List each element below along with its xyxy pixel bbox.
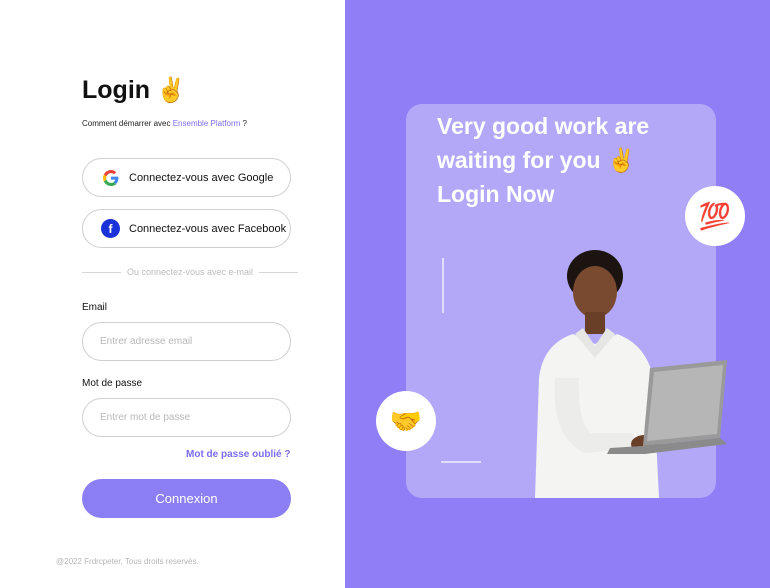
- subtitle-prefix: Comment démarrer avec: [82, 119, 173, 128]
- handshake-icon: 🤝: [376, 391, 436, 451]
- title-text: Login: [82, 76, 151, 104]
- decorative-line-horizontal: [441, 461, 481, 463]
- google-icon: [103, 169, 119, 186]
- divider-line-right: [259, 271, 298, 273]
- victory-hand-icon: ✌️: [156, 77, 186, 104]
- facebook-login-button[interactable]: f Connectez-vous avec Facebook: [82, 209, 291, 248]
- hundred-points-icon: 💯: [685, 186, 745, 246]
- divider-line-left: [82, 271, 121, 273]
- password-field[interactable]: [82, 398, 291, 437]
- headline-line-2: waiting for you ✌️: [437, 147, 636, 173]
- promo-panel: Very good work are waiting for you ✌️ Lo…: [345, 0, 770, 588]
- google-button-label: Connectez-vous avec Google: [129, 171, 274, 184]
- page-title: Login ✌️: [82, 76, 186, 105]
- google-login-button[interactable]: Connectez-vous avec Google: [82, 158, 291, 197]
- decorative-line-vertical: [442, 258, 444, 313]
- divider-text: Ou connectez-vous avec e-mail: [126, 267, 254, 277]
- promo-headline: Very good work are waiting for you ✌️ Lo…: [437, 109, 697, 211]
- subtitle-suffix: ?: [240, 119, 247, 128]
- login-panel: Login ✌️ Comment démarrer avec Ensemble …: [0, 0, 345, 588]
- email-label: Email: [82, 302, 108, 313]
- subtitle: Comment démarrer avec Ensemble Platform …: [82, 119, 247, 128]
- divider: Ou connectez-vous avec e-mail: [82, 267, 298, 277]
- forgot-password-link[interactable]: Mot de passe oublié ?: [186, 449, 290, 460]
- facebook-icon: f: [101, 219, 120, 238]
- person-with-laptop-illustration: [535, 250, 727, 498]
- password-label: Mot de passe: [82, 378, 143, 389]
- headline-line-1: Very good work are: [437, 113, 650, 139]
- facebook-button-label: Connectez-vous avec Facebook: [129, 222, 287, 235]
- headline-line-3: Login Now: [437, 181, 555, 207]
- email-field[interactable]: [82, 322, 291, 361]
- login-button[interactable]: Connexion: [82, 479, 291, 518]
- platform-link[interactable]: Ensemble Platform: [173, 119, 241, 128]
- footer-copyright: @2022 Frdrcpeter, Tous droits reservés.: [56, 557, 199, 566]
